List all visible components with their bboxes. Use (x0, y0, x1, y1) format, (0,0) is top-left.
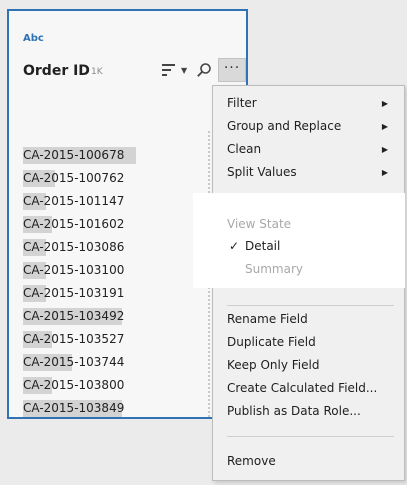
menu-item-remove[interactable]: Remove (213, 450, 404, 473)
view-state-detail-option[interactable]: Detail (245, 239, 280, 253)
value-text: CA-2015-103492 (23, 309, 125, 323)
value-text: CA-2015-103849 (23, 401, 125, 415)
checkmark-icon: ✓ (229, 239, 240, 253)
value-text: CA-2015-103191 (23, 286, 125, 300)
view-state-summary-option[interactable]: Summary (245, 262, 303, 276)
menu-item-keep-only-field[interactable]: Keep Only Field (213, 354, 404, 377)
menu-item-label: Publish as Data Role... (227, 404, 361, 418)
search-icon[interactable] (196, 62, 212, 78)
menu-item-filter[interactable]: Filter ▶ (213, 92, 404, 115)
value-list-item[interactable]: CA-2015-101602 (23, 213, 203, 236)
more-options-button[interactable]: ··· (218, 58, 246, 82)
menu-divider (227, 436, 394, 437)
value-list-item[interactable]: CA-2015-103100 (23, 259, 203, 282)
value-text: CA-2015-103527 (23, 332, 125, 346)
value-text: CA-2015-100678 (23, 148, 125, 162)
field-count: 1K (91, 67, 103, 77)
submenu-arrow-icon: ▶ (381, 122, 388, 131)
menu-item-label: Split Values (227, 165, 297, 179)
menu-item-clean[interactable]: Clean ▶ (213, 138, 404, 161)
menu-item-label: Create Calculated Field... (227, 381, 378, 395)
menu-item-label: Remove (227, 454, 276, 468)
submenu-arrow-icon: ▶ (381, 99, 388, 108)
menu-item-label: Keep Only Field (227, 358, 320, 372)
menu-item-duplicate-field[interactable]: Duplicate Field (213, 331, 404, 354)
submenu-arrow-icon: ▶ (381, 145, 388, 154)
value-text: CA-2015-103100 (23, 263, 125, 277)
value-text: CA-2015-103744 (23, 355, 125, 369)
menu-item-group-and-replace[interactable]: Group and Replace ▶ (213, 115, 404, 138)
value-list-item[interactable]: CA-2015-103492 (23, 305, 203, 328)
value-list-item[interactable]: CA-2015-100762 (23, 167, 203, 190)
menu-item-rename-field[interactable]: Rename Field (213, 308, 404, 331)
menu-item-publish-as-data-role[interactable]: Publish as Data Role... (213, 400, 404, 423)
sort-dropdown-caret-icon[interactable]: ▼ (181, 66, 187, 75)
value-list-item[interactable]: CA-2015-103849 (23, 397, 203, 420)
menu-item-label: Duplicate Field (227, 335, 316, 349)
value-list-item[interactable]: CA-2015-103800 (23, 374, 203, 397)
menu-item-label: Clean (227, 142, 262, 156)
value-text: CA-2015-103086 (23, 240, 125, 254)
value-list-item[interactable]: CA-2015-103744 (23, 351, 203, 374)
menu-item-label: Group and Replace (227, 119, 342, 133)
menu-item-label: Rename Field (227, 312, 308, 326)
menu-item-label: Filter (227, 96, 257, 110)
value-text: CA-2015-100762 (23, 171, 125, 185)
value-text: CA-2015-101602 (23, 217, 125, 231)
value-list-item[interactable]: CA-2015-103527 (23, 328, 203, 351)
value-list: CA-2015-100678 CA-2015-100762 CA-2015-1011… (23, 144, 203, 420)
sort-icon[interactable] (161, 63, 177, 77)
menu-item-create-calculated-field[interactable]: Create Calculated Field... (213, 377, 404, 400)
field-name[interactable]: Order ID (23, 63, 90, 79)
canvas-background: Abc Order ID 1K ▼ ··· CA-2015-100678 CA-2… (0, 0, 407, 485)
value-list-item[interactable]: CA-2015-100678 (23, 144, 203, 167)
view-state-heading: View State (227, 217, 292, 231)
data-type-label: Abc (23, 33, 44, 44)
view-state-section: View State ✓ Detail Summary (193, 193, 405, 288)
value-text: CA-2015-101147 (23, 194, 125, 208)
submenu-arrow-icon: ▶ (381, 168, 388, 177)
value-text: CA-2015-103800 (23, 378, 125, 392)
value-list-item[interactable]: CA-2015-103191 (23, 282, 203, 305)
value-list-item[interactable]: CA-2015-103086 (23, 236, 203, 259)
menu-divider (227, 305, 394, 306)
menu-item-split-values[interactable]: Split Values ▶ (213, 161, 404, 184)
value-list-item[interactable]: CA-2015-101147 (23, 190, 203, 213)
